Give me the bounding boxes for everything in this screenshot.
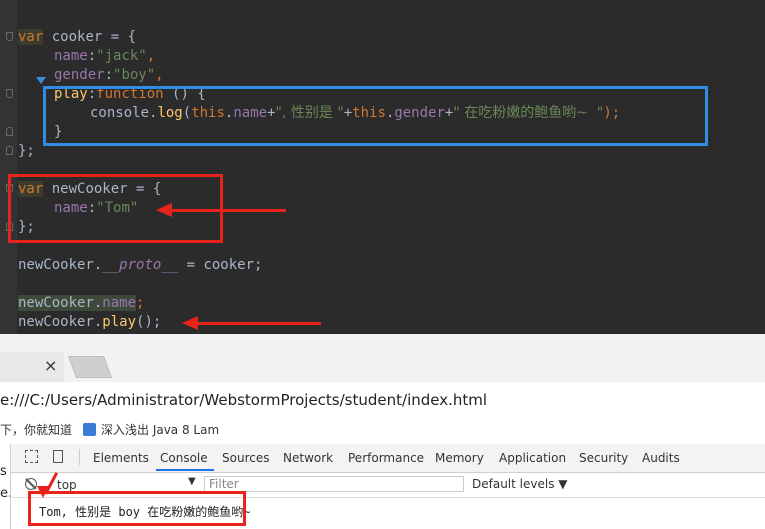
string-literal: "boy" [113, 67, 156, 83]
tab-application[interactable]: Application [499, 450, 566, 466]
code-editor[interactable]: var cooker = { name:"jack", gender:"boy"… [0, 0, 765, 334]
toolbar-divider [79, 449, 80, 465]
fold-marker-icon[interactable] [6, 32, 13, 41]
code-line: newCooker.name; [18, 294, 144, 313]
annotation-arrow-icon [182, 316, 321, 330]
code-line: newCooker.play(); [18, 313, 161, 332]
browser-tabstrip: × [0, 334, 765, 382]
colon: : [104, 67, 114, 83]
bookmarks-bar: 下，你就知道 深入浅出 Java 8 Lam [0, 420, 765, 444]
editor-gutter [0, 0, 17, 334]
annotation-blue-box [43, 86, 708, 146]
operator: = { [102, 29, 137, 45]
tab-audits[interactable]: Audits [642, 450, 680, 466]
device-toolbar-icon[interactable] [53, 450, 63, 463]
breakpoint-arrow-icon [36, 77, 46, 84]
page-content-remnant: s e. [0, 444, 12, 529]
url-text[interactable]: e:///C:/Users/Administrator/WebstormProj… [0, 390, 487, 410]
new-tab-button[interactable] [67, 356, 113, 378]
tab-sources[interactable]: Sources [222, 450, 269, 466]
code-line: name:"jack", [54, 47, 155, 66]
address-bar[interactable]: e:///C:/Users/Administrator/WebstormProj… [0, 382, 765, 420]
fold-marker-icon[interactable] [6, 89, 13, 98]
fold-marker-icon[interactable] [6, 127, 13, 136]
active-tab-indicator [156, 469, 214, 471]
assignment: = cooker; [178, 257, 263, 273]
page-text: s [0, 464, 7, 479]
clear-console-icon[interactable] [25, 478, 37, 490]
comma: , [155, 67, 164, 83]
code-line: }; [18, 143, 35, 159]
semicolon: ; [136, 295, 145, 311]
property-ref: name [102, 295, 137, 311]
tab-memory[interactable]: Memory [435, 450, 484, 466]
property-ref: __proto__ [102, 257, 179, 273]
identifier: newCooker [18, 295, 94, 311]
context-selector[interactable]: top [57, 478, 77, 492]
property-key: gender [54, 67, 105, 83]
tab-performance[interactable]: Performance [348, 450, 424, 466]
property-key: name [54, 48, 88, 64]
code-line: gender:"boy", [54, 66, 164, 85]
tab-elements[interactable]: Elements [93, 450, 149, 466]
tab-network[interactable]: Network [283, 450, 333, 466]
inspect-element-icon[interactable] [25, 450, 38, 463]
identifier: cooker [51, 29, 103, 45]
string-literal: "jack" [96, 48, 147, 64]
chevron-down-icon[interactable]: ▼ [188, 476, 196, 487]
tab-security[interactable]: Security [579, 450, 628, 466]
tab-console[interactable]: Console [160, 450, 208, 466]
annotation-arrowhead-icon [37, 486, 49, 498]
annotation-arrow-icon [156, 203, 286, 217]
filter-input[interactable]: Filter [204, 476, 464, 492]
code-line: var cooker = { [18, 28, 136, 47]
call-suffix: (); [136, 314, 162, 330]
identifier: newCooker [18, 314, 94, 330]
method-name: play [102, 314, 137, 330]
code-line: newCooker.__proto__ = cooker; [18, 256, 262, 275]
bookmark-item[interactable]: 深入浅出 Java 8 Lam [101, 422, 219, 438]
comma: , [146, 48, 156, 64]
devtools-toolbar: Elements Console Sources Network Perform… [11, 444, 765, 473]
close-tab-icon[interactable]: × [44, 356, 57, 376]
identifier: newCooker [18, 257, 94, 273]
annotation-red-box [28, 491, 246, 526]
log-levels-dropdown[interactable]: Default levels ▼ [472, 477, 568, 491]
bookmark-item[interactable]: 下，你就知道 [0, 422, 72, 438]
keyword-var: var [18, 29, 44, 45]
bookmark-favicon-icon [83, 423, 96, 436]
fold-marker-icon[interactable] [6, 146, 13, 155]
colon: : [87, 48, 97, 64]
